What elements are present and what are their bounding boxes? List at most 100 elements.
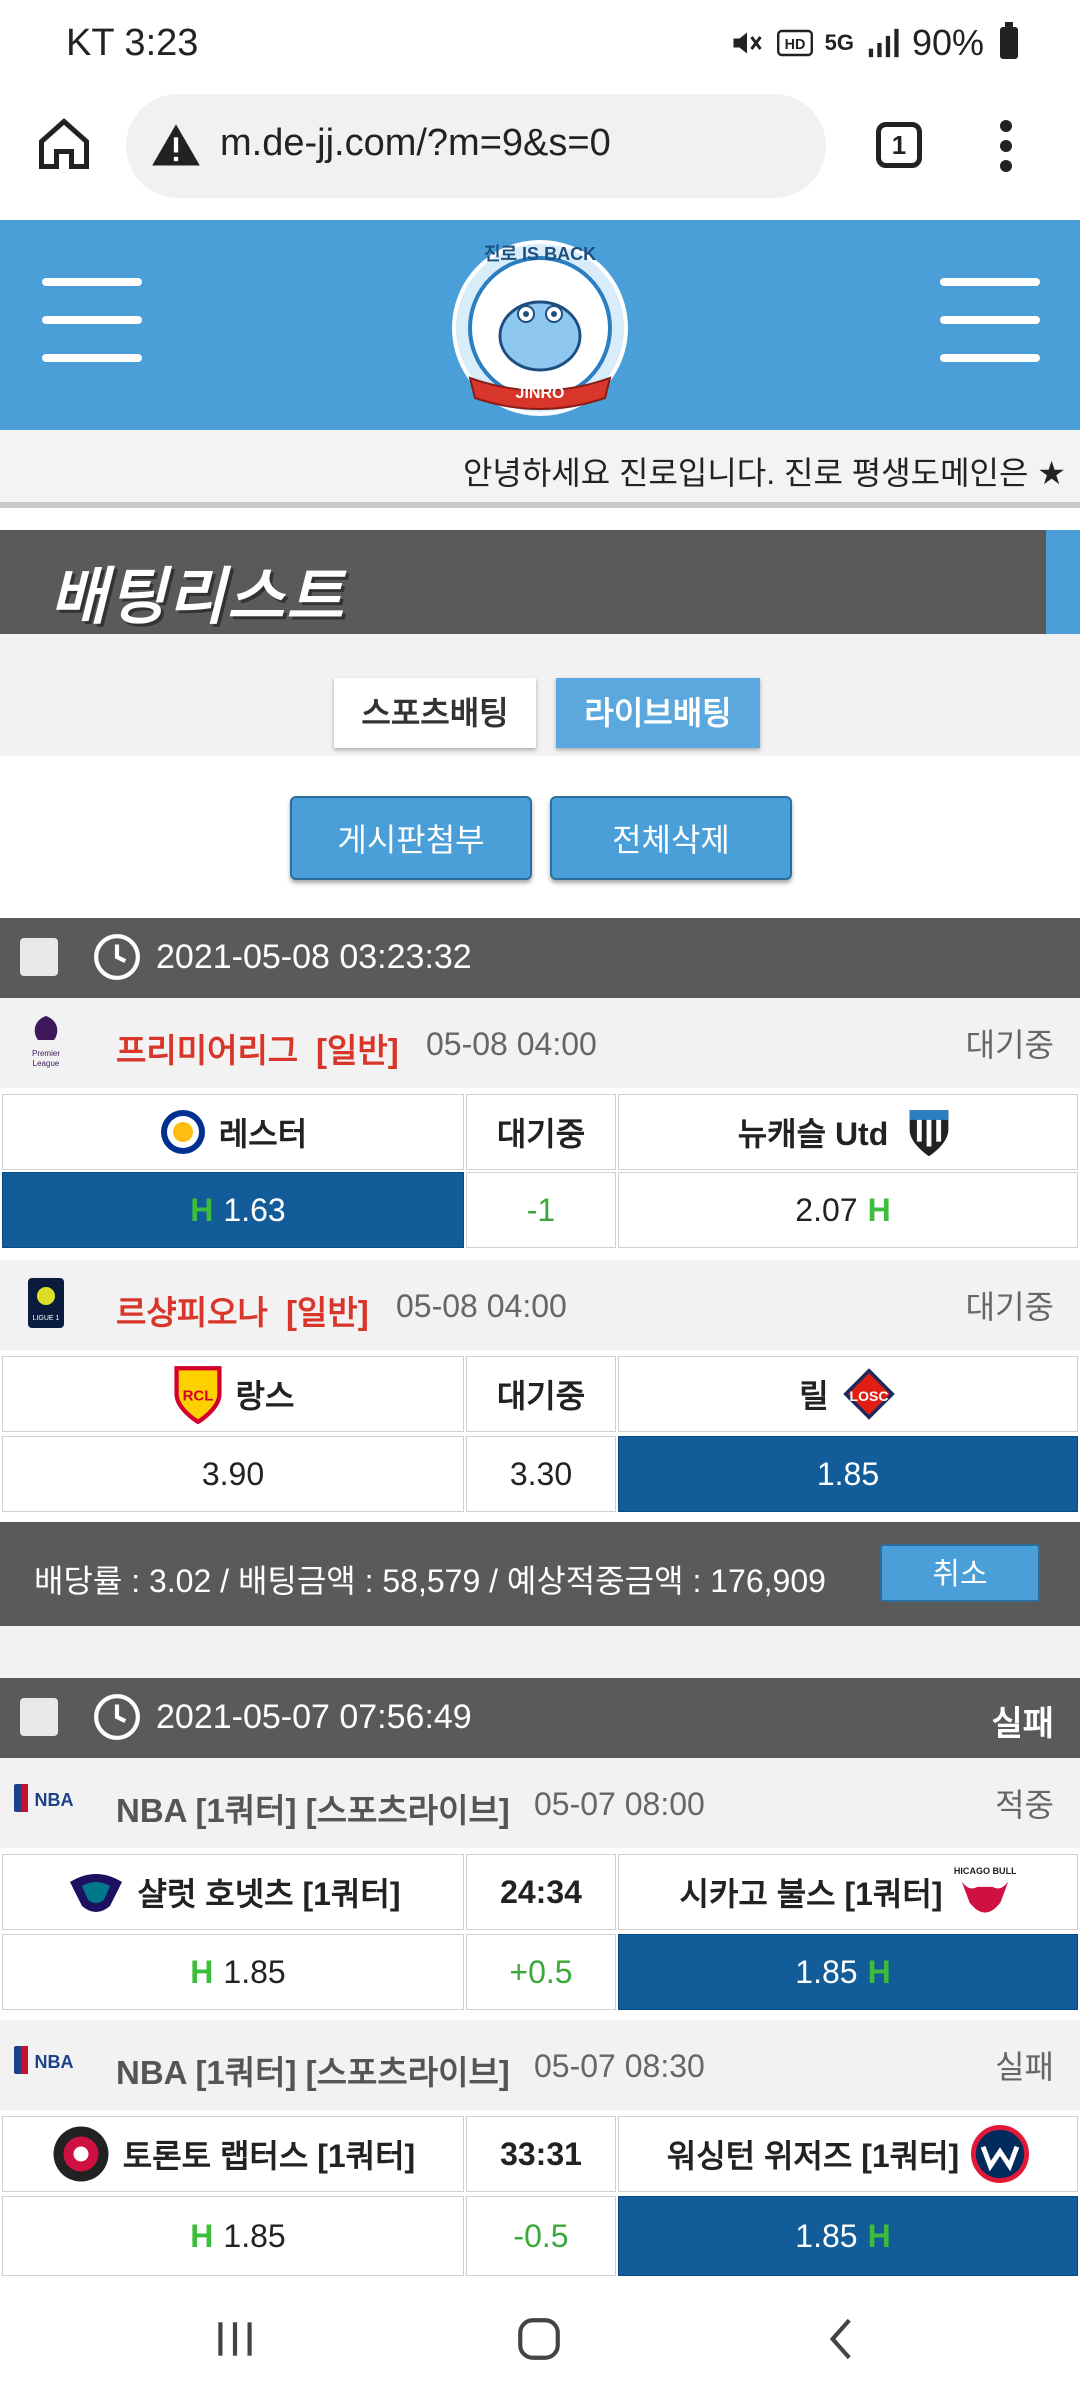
svg-text:RCL: RCL — [182, 1387, 213, 1404]
h-mark-icon: H — [190, 1953, 214, 1990]
away-team-cell: 릴 LOSC — [618, 1356, 1078, 1432]
battery-icon — [1000, 22, 1018, 59]
jinro-logo[interactable]: JINRO 진로 IS BACK — [430, 228, 650, 424]
svg-text:CHICAGO BULLS: CHICAGO BULLS — [954, 1866, 1016, 1876]
game-status: 대기중 — [965, 1027, 1054, 1063]
newcastle-crest-icon — [909, 1110, 949, 1157]
nba-icon: NBA — [14, 1784, 74, 1812]
away-team-name: 워싱턴 위저즈 [1쿼터] — [666, 2138, 960, 2174]
title-accent — [1046, 530, 1080, 634]
tab-live-betting[interactable]: 라이브배팅 — [556, 678, 760, 748]
away-odds-cell[interactable]: 2.07 H — [618, 1172, 1078, 1248]
wizards-logo-icon — [971, 2125, 1030, 2183]
match-state-cell: 대기중 — [466, 1094, 616, 1170]
game-time: 05-07 08:00 — [534, 1786, 705, 1822]
url-text[interactable]: m.de-jj.com/?m=9&s=0 — [220, 122, 611, 165]
menu-right-icon[interactable] — [940, 278, 1040, 368]
draw-odds-cell[interactable]: 3.30 — [466, 1436, 616, 1512]
home-team-cell: 토론토 랩터스 [1쿼터] — [2, 2116, 464, 2192]
game-clock-cell: 24:34 — [466, 1854, 616, 1930]
notice-ticker: 안녕하세요 진로입니다. 진로 평생도메인은 ★ — [0, 430, 1080, 508]
home-team-name: 레스터 — [218, 1116, 308, 1152]
tab-switcher-button[interactable]: 1 — [876, 122, 922, 168]
warning-icon[interactable] — [150, 120, 202, 172]
slip-checkbox[interactable] — [20, 938, 58, 976]
svg-text:NBA: NBA — [35, 2052, 74, 2072]
status-time: KT 3:23 — [66, 22, 199, 64]
home-odds: 1.85 — [223, 1953, 286, 1990]
away-odds-selected[interactable]: 1.85 — [618, 1436, 1078, 1512]
home-team-name: 샬럿 호넷츠 [1쿼터] — [137, 1876, 401, 1912]
league-name: 르샹피오나 — [116, 1294, 268, 1331]
signal-icon — [868, 28, 899, 58]
menu-left-icon[interactable] — [42, 278, 142, 368]
league-name: 프리미어리그 — [116, 1032, 299, 1069]
status-icons: HD 5G 90% — [729, 22, 1018, 64]
svg-text:LOSC: LOSC — [849, 1388, 888, 1404]
section-title-bar: 배팅리스트 — [0, 530, 1080, 634]
hd-icon: HD — [776, 29, 813, 57]
system-nav-bar — [0, 2276, 1080, 2400]
recent-apps-icon[interactable] — [210, 2314, 260, 2364]
logo-banner-text: JINRO — [516, 385, 565, 402]
away-team-cell: 뉴캐슬 Utd — [618, 1094, 1078, 1170]
hornets-logo-icon — [69, 1874, 122, 1912]
svg-text:League: League — [33, 1059, 60, 1068]
away-odds: 2.07 — [795, 1191, 858, 1228]
h-mark-icon: H — [190, 1191, 214, 1228]
bet-slip-header: 2021-05-08 03:23:32 — [0, 918, 1080, 998]
game-status: 대기중 — [965, 1289, 1054, 1325]
away-team-cell: 워싱턴 위저즈 [1쿼터] — [618, 2116, 1078, 2192]
home-team-name: 토론토 랩터스 [1쿼터] — [122, 2138, 416, 2174]
delete-all-button[interactable]: 전체삭제 — [550, 796, 792, 880]
home-team-cell: 샬럿 호넷츠 [1쿼터] — [2, 1854, 464, 1930]
game-header: LIGUE 1 르샹피오나 [일반] 05-08 04:00 대기중 — [0, 1260, 1080, 1350]
summary-text: 배당률 : 3.02 / 배팅금액 : 58,579 / 예상적중금액 : 17… — [34, 1563, 826, 1599]
battery-percent: 90% — [911, 22, 984, 63]
h-mark-icon: H — [867, 1953, 891, 1990]
clock-icon — [94, 1694, 140, 1740]
page-title: 배팅리스트 — [50, 563, 346, 632]
home-odds-cell[interactable]: H 1.85 — [2, 2196, 464, 2276]
bet-type: [일반] — [316, 1032, 399, 1069]
home-team-name: 랑스 — [235, 1378, 295, 1414]
home-nav-icon[interactable] — [514, 2314, 564, 2364]
handicap-cell: +0.5 — [466, 1934, 616, 2010]
home-icon[interactable] — [34, 114, 94, 174]
tab-sports-betting[interactable]: 스포츠배팅 — [334, 678, 536, 748]
clock-icon — [94, 934, 140, 980]
nba-icon: NBA — [14, 2046, 74, 2074]
home-odds-selected[interactable]: H 1.63 — [2, 1172, 464, 1248]
away-team-name: 릴 — [799, 1378, 829, 1414]
address-bar[interactable]: m.de-jj.com/?m=9&s=0 — [126, 94, 826, 198]
slip-checkbox[interactable] — [20, 1698, 58, 1736]
status-bar: KT 3:23 HD 5G 90% — [0, 0, 1080, 92]
attach-to-board-button[interactable]: 게시판첨부 — [290, 796, 532, 880]
cancel-bet-button[interactable]: 취소 — [880, 1544, 1040, 1602]
game-clock-cell: 33:31 — [466, 2116, 616, 2192]
match-state-cell: 대기중 — [466, 1356, 616, 1432]
game-time: 05-08 04:00 — [426, 1026, 597, 1062]
lens-crest-icon: RCL — [173, 1366, 222, 1424]
away-odds-selected[interactable]: 1.85 H — [618, 1934, 1078, 2010]
game-time: 05-07 08:30 — [534, 2048, 705, 2084]
svg-text:HD: HD — [784, 37, 805, 53]
home-team-cell: RCL 랑스 — [2, 1356, 464, 1432]
logo-top-text: 진로 IS BACK — [484, 244, 596, 264]
away-odds-selected[interactable]: 1.85 H — [618, 2196, 1078, 2276]
handicap-cell: -0.5 — [466, 2196, 616, 2276]
away-odds: 1.85 — [795, 2217, 858, 2254]
home-odds-cell[interactable]: H 1.85 — [2, 1934, 464, 2010]
home-odds-cell[interactable]: 3.90 — [2, 1436, 464, 1512]
slip-spacer — [0, 1626, 1080, 1678]
bet-type: [일반] — [286, 1294, 369, 1331]
browser-toolbar: m.de-jj.com/?m=9&s=0 1 — [0, 92, 1080, 220]
h-mark-icon: H — [867, 1191, 891, 1228]
notice-text: 안녕하세요 진로입니다. 진로 평생도메인은 ★ — [462, 455, 1066, 491]
back-icon[interactable] — [818, 2314, 868, 2364]
away-team-name: 뉴캐슬 Utd — [737, 1116, 889, 1152]
game-header: NBA NBA [1쿼터] [스포츠라이브] 05-07 08:00 적중 — [0, 1758, 1080, 1848]
game-status: 실패 — [995, 2049, 1054, 2085]
more-menu-icon[interactable] — [996, 120, 1016, 176]
betting-type-tabs: 스포츠배팅 라이브배팅 — [0, 634, 1080, 756]
